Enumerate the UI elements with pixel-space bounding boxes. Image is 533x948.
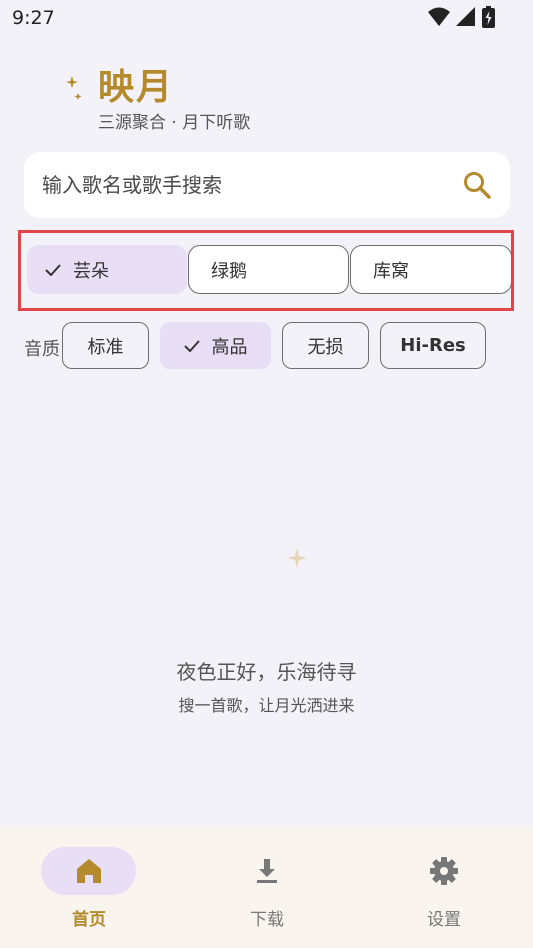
app-header: 映月 三源聚合 · 月下听歌 bbox=[24, 56, 504, 136]
moon-logo-icon bbox=[27, 67, 82, 121]
nav-label: 下载 bbox=[250, 910, 284, 930]
app-title: 映月 bbox=[98, 67, 175, 108]
home-icon bbox=[77, 859, 101, 883]
source-chip-label: 绿鹅 bbox=[211, 260, 247, 282]
search-icon[interactable] bbox=[462, 170, 492, 200]
search-bar bbox=[24, 152, 510, 218]
source-chip-kuwo[interactable]: 库窝 bbox=[350, 245, 512, 294]
gear-icon bbox=[430, 857, 458, 885]
app-subtitle: 三源聚合 · 月下听歌 bbox=[98, 113, 251, 133]
source-chip-label: 芸朵 bbox=[73, 260, 109, 282]
nav-item-download[interactable]: 下载 bbox=[178, 827, 356, 948]
nav-label: 设置 bbox=[427, 910, 461, 930]
quality-chip-high[interactable]: 高品 bbox=[160, 322, 271, 369]
quality-chip-label: 标准 bbox=[87, 336, 124, 358]
status-time: 9:27 bbox=[12, 7, 55, 29]
empty-state-subtitle: 搜一首歌，让月光洒进来 bbox=[178, 696, 355, 715]
nav-label: 首页 bbox=[72, 910, 106, 930]
quality-chip-hires[interactable]: Hi-Res bbox=[380, 322, 486, 369]
source-chip-yunduo[interactable]: 芸朵 bbox=[27, 245, 187, 294]
quality-label: 音质 bbox=[24, 339, 60, 360]
quality-chip-label: 高品 bbox=[211, 336, 248, 358]
nav-item-home[interactable]: 首页 bbox=[0, 827, 178, 948]
quality-chip-lossless[interactable]: 无损 bbox=[282, 322, 369, 369]
bottom-nav: 首页 下载 设置 bbox=[0, 827, 533, 948]
quality-chip-standard[interactable]: 标准 bbox=[62, 322, 149, 369]
moon-illustration-icon bbox=[215, 531, 307, 621]
empty-state-title: 夜色正好，乐海待寻 bbox=[176, 660, 357, 684]
check-icon bbox=[45, 263, 61, 276]
nav-item-settings[interactable]: 设置 bbox=[355, 827, 533, 948]
status-icons bbox=[428, 6, 495, 28]
battery-icon bbox=[482, 6, 495, 28]
signal-icon bbox=[456, 7, 475, 26]
source-selector: 芸朵 绿鹅 库窝 bbox=[18, 230, 514, 311]
quality-chip-label: 无损 bbox=[307, 336, 344, 358]
search-input[interactable] bbox=[42, 173, 462, 197]
source-chip-label: 库窝 bbox=[373, 260, 409, 282]
quality-chip-label: Hi-Res bbox=[400, 335, 466, 356]
check-icon bbox=[183, 339, 200, 352]
wifi-icon bbox=[428, 7, 450, 26]
download-icon bbox=[257, 859, 277, 883]
source-chip-lve[interactable]: 绿鹅 bbox=[188, 245, 349, 294]
status-bar: 9:27 bbox=[0, 0, 533, 36]
